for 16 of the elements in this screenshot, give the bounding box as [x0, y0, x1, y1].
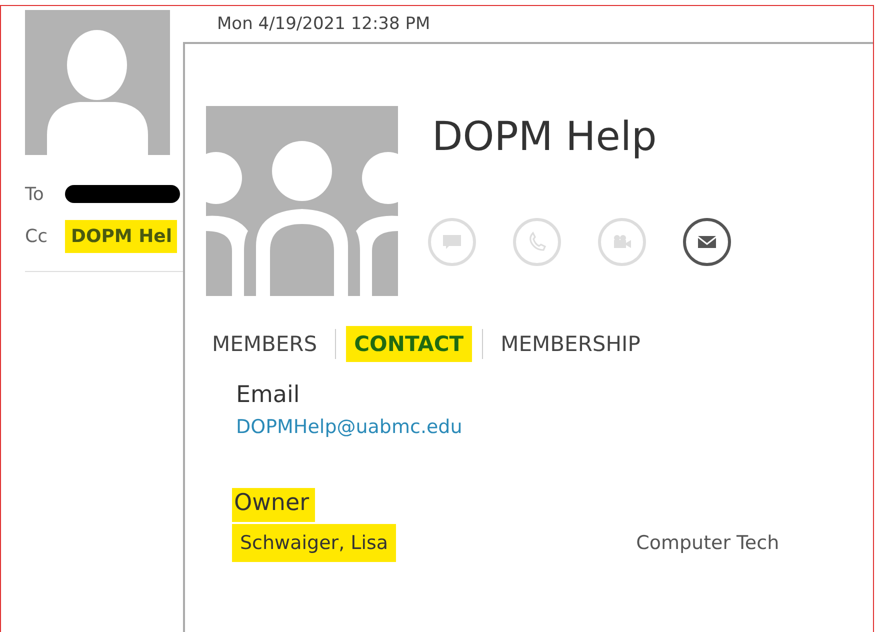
contact-name: DOPM Help	[432, 114, 658, 160]
owner-name[interactable]: Schwaiger, Lisa	[232, 524, 396, 562]
group-avatar-icon	[206, 106, 398, 296]
email-icon[interactable]	[683, 218, 731, 266]
recipient-label: To	[25, 184, 45, 204]
recipient-name[interactable]: DOPM Hel	[65, 220, 177, 252]
avatar-icon	[25, 10, 170, 155]
email-link[interactable]: DOPMHelp@uabmc.edu	[236, 416, 462, 438]
owner-label: Owner	[232, 488, 316, 522]
tab[interactable]: MEMBERS	[204, 326, 326, 362]
tab[interactable]: CONTACT	[346, 326, 472, 362]
tab[interactable]: MEMBERSHIP	[492, 326, 648, 362]
email-label: Email	[236, 382, 300, 408]
sent-date: Mon 4/19/2021 12:38 PM	[217, 14, 430, 34]
recipient-label: Cc	[25, 226, 48, 246]
owner-job-title: Computer Tech	[636, 532, 780, 554]
